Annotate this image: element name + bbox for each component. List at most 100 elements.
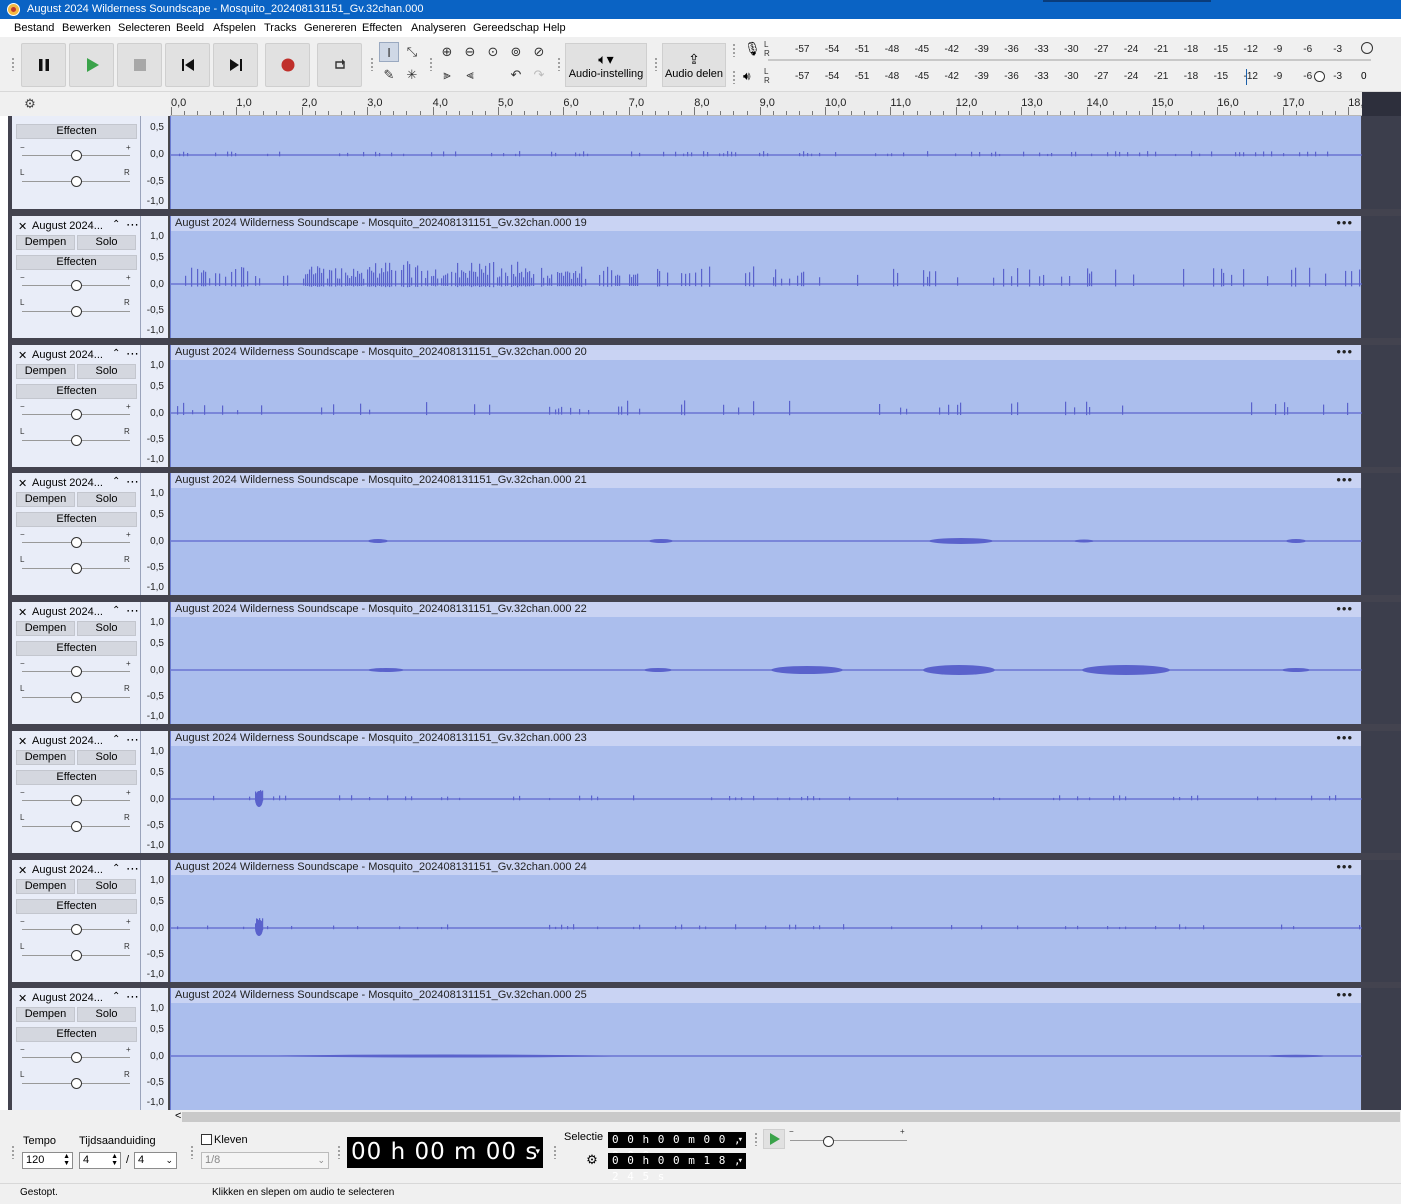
waveform[interactable] (171, 216, 1362, 338)
track-menu-icon[interactable]: ⋯ (126, 603, 139, 619)
clip-title-bar[interactable]: August 2024 Wilderness Soundscape - Mosq… (171, 344, 1361, 360)
pan-slider-knob[interactable] (71, 306, 82, 317)
play-at-speed-button[interactable] (763, 1129, 785, 1149)
time-display-grip[interactable] (337, 1145, 341, 1159)
track-menu-icon[interactable]: ⋯ (126, 861, 139, 877)
clip-title-bar[interactable]: August 2024 Wilderness Soundscape - Mosq… (171, 859, 1361, 875)
undo-button[interactable]: ↶ (506, 65, 526, 85)
time-display[interactable]: 00 h 00 m 00 s ▾ (347, 1137, 543, 1168)
track-menu-icon[interactable]: ⋯ (126, 346, 139, 362)
loop-button[interactable] (317, 43, 362, 87)
vertical-scale[interactable]: 1,0 0,5 0,0 -0,5 -1,0 (141, 730, 169, 853)
skip-start-button[interactable] (165, 43, 210, 87)
menu-bewerken[interactable]: Bewerken (62, 22, 111, 34)
vertical-scale[interactable]: 1,0 0,5 0,0 -0,5 -1,0 (141, 602, 169, 725)
fit-project-button[interactable]: ⊚ (506, 42, 526, 62)
selection-end-time[interactable]: 0 0 h 0 0 m 1 8 , 2 4 5 s ▾ (608, 1153, 746, 1183)
close-track-icon[interactable]: ✕ (18, 606, 27, 619)
play-at-speed-grip[interactable] (754, 1132, 758, 1146)
microphone-icon[interactable]: 🎙︎ (744, 41, 761, 57)
track-area[interactable]: Effecten − + L R 0,5 0,0 -0,5 -1,0 ✕ Aug… (8, 116, 1401, 1111)
audio-clip[interactable]: August 2024 Wilderness Soundscape - Mosq… (170, 988, 1362, 1111)
timeline-gear-icon[interactable]: ⚙ (22, 96, 38, 112)
fit-selection-button[interactable]: ⊙ (483, 42, 503, 62)
gain-slider-knob[interactable] (71, 1052, 82, 1064)
mute-button[interactable]: Dempen (16, 878, 75, 894)
menu-afspelen[interactable]: Afspelen (213, 22, 256, 34)
scroll-left-arrow[interactable]: < (175, 1110, 181, 1122)
record-meter-grip[interactable] (732, 43, 736, 57)
time-signature-numerator[interactable]: 4 ▲ ▼ (79, 1152, 121, 1169)
close-track-icon[interactable]: ✕ (18, 220, 27, 233)
clip-title-bar[interactable]: August 2024 Wilderness Soundscape - Mosq… (171, 216, 1361, 231)
selection-tool-button[interactable]: I (379, 42, 399, 62)
track-name[interactable]: August 2024... (32, 349, 103, 361)
menu-gereedschap[interactable]: Gereedschap (473, 22, 539, 34)
collapse-icon[interactable]: ⌃ (112, 863, 120, 874)
clip-name[interactable]: August 2024 Wilderness Soundscape - Mosq… (175, 861, 587, 873)
vertical-scale[interactable]: 0,5 0,0 -0,5 -1,0 (141, 116, 169, 209)
audio-clip[interactable]: August 2024 Wilderness Soundscape - Mosq… (170, 859, 1362, 982)
vertical-scale[interactable]: 1,0 0,5 0,0 -0,5 -1,0 (141, 473, 169, 596)
envelope-tool-button[interactable]: ⤡ (402, 42, 422, 62)
waveform[interactable] (171, 731, 1362, 853)
track-partial[interactable]: Effecten − + L R 0,5 0,0 -0,5 -1,0 (12, 116, 1401, 209)
record-button[interactable] (265, 43, 310, 87)
pan-slider-knob[interactable] (71, 176, 82, 187)
chevron-down-icon[interactable]: ▾ (738, 1153, 744, 1169)
clip-menu-icon[interactable]: ••• (1336, 988, 1353, 1001)
play-meter-knob[interactable] (1314, 71, 1325, 82)
audio-track[interactable]: ✕ August 2024... ⌃ ⋯ Dempen Solo Effecte… (12, 344, 1401, 467)
track-control-panel[interactable]: ✕ August 2024... ⌃ ⋯ Dempen Solo Effecte… (12, 988, 141, 1111)
mute-button[interactable]: Dempen (16, 492, 75, 508)
pan-slider-knob[interactable] (71, 949, 82, 961)
snap-checkbox[interactable] (201, 1134, 212, 1145)
play-meter-grip[interactable] (732, 70, 736, 84)
solo-button[interactable]: Solo (77, 235, 136, 250)
audio-setup-button[interactable]: 🔈︎▾ Audio-instelling (565, 43, 647, 87)
multi-tool-button[interactable]: ✳ (402, 65, 422, 85)
menu-beeld[interactable]: Beeld (176, 22, 204, 34)
effects-button[interactable]: Effecten (16, 512, 137, 528)
track-control-panel[interactable]: ✕ August 2024... ⌃ ⋯ Dempen Solo Effecte… (12, 344, 141, 467)
scrollbar-thumb[interactable] (182, 1112, 1400, 1122)
solo-button[interactable]: Solo (77, 492, 136, 508)
tempo-spin-icon[interactable]: ▲ ▼ (63, 1153, 70, 1167)
close-track-icon[interactable]: ✕ (18, 735, 27, 748)
track-name[interactable]: August 2024... (32, 477, 103, 489)
menu-genereren[interactable]: Genereren (304, 22, 357, 34)
track-control-panel[interactable]: ✕ August 2024... ⌃ ⋯ Dempen Solo Effecte… (12, 473, 141, 596)
share-grip[interactable] (654, 57, 658, 71)
clip-title-bar[interactable]: August 2024 Wilderness Soundscape - Mosq… (171, 730, 1361, 746)
clip-name[interactable]: August 2024 Wilderness Soundscape - Mosq… (175, 603, 587, 615)
collapse-icon[interactable]: ⌃ (112, 991, 120, 1002)
clip-name[interactable]: August 2024 Wilderness Soundscape - Mosq… (175, 474, 587, 486)
numerator-spin-icon[interactable]: ▲ ▼ (111, 1153, 118, 1167)
redo-button[interactable]: ↷ (529, 65, 549, 85)
track-name[interactable]: August 2024... (32, 735, 103, 747)
track-menu-icon[interactable]: ⋯ (126, 217, 139, 233)
clip-name[interactable]: August 2024 Wilderness Soundscape - Mosq… (175, 989, 587, 1001)
waveform[interactable] (171, 473, 1362, 595)
clip-menu-icon[interactable]: ••• (1336, 345, 1353, 358)
clip-menu-icon[interactable]: ••• (1336, 473, 1353, 486)
zoom-in-button[interactable]: ⊕ (437, 42, 457, 62)
audio-track[interactable]: ✕ August 2024... ⌃ ⋯ Dempen Solo Effecte… (12, 988, 1401, 1111)
clip-title-bar[interactable]: August 2024 Wilderness Soundscape - Mosq… (171, 473, 1361, 489)
zoom-out-button[interactable]: ⊖ (460, 42, 480, 62)
clip-menu-icon[interactable]: ••• (1336, 860, 1353, 873)
waveform[interactable] (171, 345, 1362, 467)
clip-menu-icon[interactable]: ••• (1336, 731, 1353, 744)
selection-start-time[interactable]: 0 0 h 0 0 m 0 0 , 0 0 0 s▾ (608, 1132, 746, 1162)
effects-button[interactable]: Effecten (16, 255, 137, 270)
snap-dropdown[interactable]: 1/8 ⌄ (201, 1152, 329, 1169)
pause-button[interactable] (21, 43, 66, 87)
track-name[interactable]: August 2024... (32, 220, 103, 232)
track-control-panel[interactable]: ✕ August 2024... ⌃ ⋯ Dempen Solo Effecte… (12, 602, 141, 725)
collapse-icon[interactable]: ⌃ (112, 219, 120, 230)
mute-button[interactable]: Dempen (16, 749, 75, 765)
audio-track[interactable]: ✕ August 2024... ⌃ ⋯ Dempen Solo Effecte… (12, 602, 1401, 725)
gain-slider-knob[interactable] (71, 150, 82, 161)
menu-help[interactable]: Help (543, 22, 566, 34)
waveform[interactable] (171, 602, 1362, 724)
